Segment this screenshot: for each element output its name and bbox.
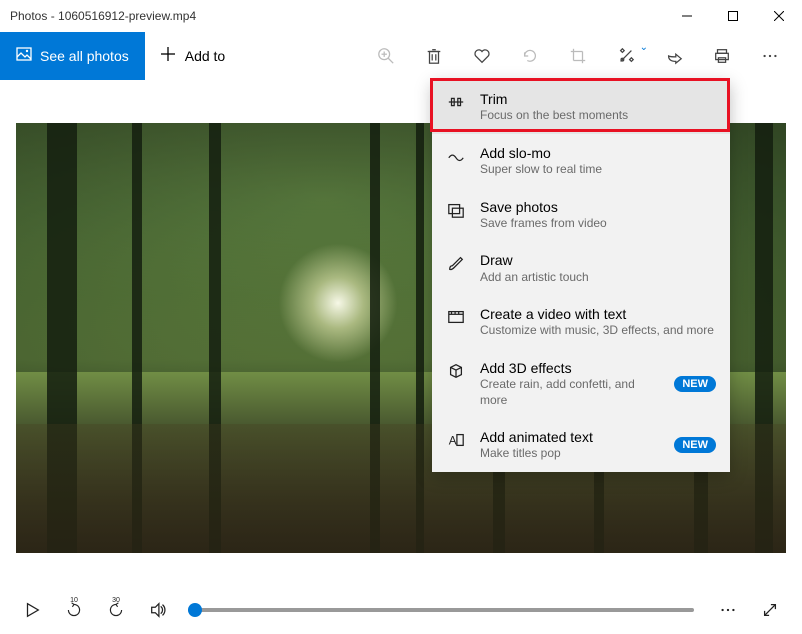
edit-create-button[interactable]: ⌄ bbox=[602, 32, 650, 80]
edit-dropdown: TrimFocus on the best moments Add slo-mo… bbox=[432, 80, 730, 472]
skip-back-button[interactable]: 10 bbox=[56, 592, 92, 628]
menu-title: Add slo-mo bbox=[480, 144, 716, 162]
skip-fwd-label: 30 bbox=[98, 597, 134, 604]
close-button[interactable] bbox=[756, 0, 802, 32]
playbar: 10 30 bbox=[0, 586, 802, 634]
favorite-button[interactable] bbox=[458, 32, 506, 80]
video-text-icon bbox=[446, 307, 466, 327]
menu-item-video-text[interactable]: Create a video with textCustomize with m… bbox=[432, 295, 730, 349]
seek-thumb[interactable] bbox=[188, 603, 202, 617]
menu-title: Draw bbox=[480, 251, 716, 269]
seek-bar[interactable] bbox=[188, 608, 694, 612]
playbar-more-button[interactable] bbox=[710, 592, 746, 628]
menu-sub: Focus on the best moments bbox=[480, 108, 716, 124]
animated-text-icon: A bbox=[446, 430, 466, 450]
menu-title: Create a video with text bbox=[480, 305, 716, 323]
see-all-label: See all photos bbox=[40, 48, 129, 64]
fullscreen-button[interactable] bbox=[752, 592, 788, 628]
menu-sub: Super slow to real time bbox=[480, 162, 716, 178]
add-to-label: Add to bbox=[185, 48, 225, 64]
maximize-button[interactable] bbox=[710, 0, 756, 32]
menu-sub: Make titles pop bbox=[480, 446, 660, 462]
more-button[interactable] bbox=[746, 32, 794, 80]
window-controls bbox=[664, 0, 802, 32]
menu-title: Trim bbox=[480, 90, 716, 108]
toolbar: See all photos Add to ⌄ bbox=[0, 32, 802, 80]
share-button[interactable] bbox=[650, 32, 698, 80]
menu-sub: Create rain, add confetti, and more bbox=[480, 377, 660, 408]
save-photos-icon bbox=[446, 200, 466, 220]
menu-sub: Save frames from video bbox=[480, 216, 716, 232]
titlebar: Photos - 1060516912-preview.mp4 bbox=[0, 0, 802, 32]
menu-sub: Add an artistic touch bbox=[480, 270, 716, 286]
print-button[interactable] bbox=[698, 32, 746, 80]
menu-sub: Customize with music, 3D effects, and mo… bbox=[480, 323, 716, 339]
slomo-icon bbox=[446, 146, 466, 166]
menu-title: Add animated text bbox=[480, 428, 660, 446]
menu-item-draw[interactable]: DrawAdd an artistic touch bbox=[432, 241, 730, 295]
play-button[interactable] bbox=[14, 592, 50, 628]
svg-text:A: A bbox=[449, 435, 457, 448]
rotate-button[interactable] bbox=[506, 32, 554, 80]
skip-back-label: 10 bbox=[56, 597, 92, 604]
plus-icon bbox=[161, 47, 175, 64]
menu-item-trim[interactable]: TrimFocus on the best moments bbox=[432, 80, 730, 134]
add-to-button[interactable]: Add to bbox=[145, 32, 241, 80]
new-badge: NEW bbox=[674, 376, 716, 392]
draw-icon bbox=[446, 253, 466, 273]
minimize-button[interactable] bbox=[664, 0, 710, 32]
trim-icon bbox=[446, 92, 466, 112]
window-title: Photos - 1060516912-preview.mp4 bbox=[10, 9, 664, 23]
photos-icon bbox=[16, 46, 32, 65]
chevron-down-icon: ⌄ bbox=[640, 42, 648, 53]
skip-forward-button[interactable]: 30 bbox=[98, 592, 134, 628]
menu-item-save-photos[interactable]: Save photosSave frames from video bbox=[432, 188, 730, 242]
zoom-button[interactable] bbox=[362, 32, 410, 80]
menu-title: Add 3D effects bbox=[480, 359, 660, 377]
effects-3d-icon bbox=[446, 361, 466, 381]
volume-button[interactable] bbox=[140, 592, 176, 628]
new-badge: NEW bbox=[674, 437, 716, 453]
menu-item-slomo[interactable]: Add slo-moSuper slow to real time bbox=[432, 134, 730, 188]
delete-button[interactable] bbox=[410, 32, 458, 80]
toolbar-icons: ⌄ bbox=[362, 32, 802, 80]
menu-item-3d-effects[interactable]: Add 3D effectsCreate rain, add confetti,… bbox=[432, 349, 730, 418]
menu-title: Save photos bbox=[480, 198, 716, 216]
see-all-photos-button[interactable]: See all photos bbox=[0, 32, 145, 80]
crop-button[interactable] bbox=[554, 32, 602, 80]
menu-item-animated-text[interactable]: A Add animated textMake titles pop NEW bbox=[432, 418, 730, 472]
